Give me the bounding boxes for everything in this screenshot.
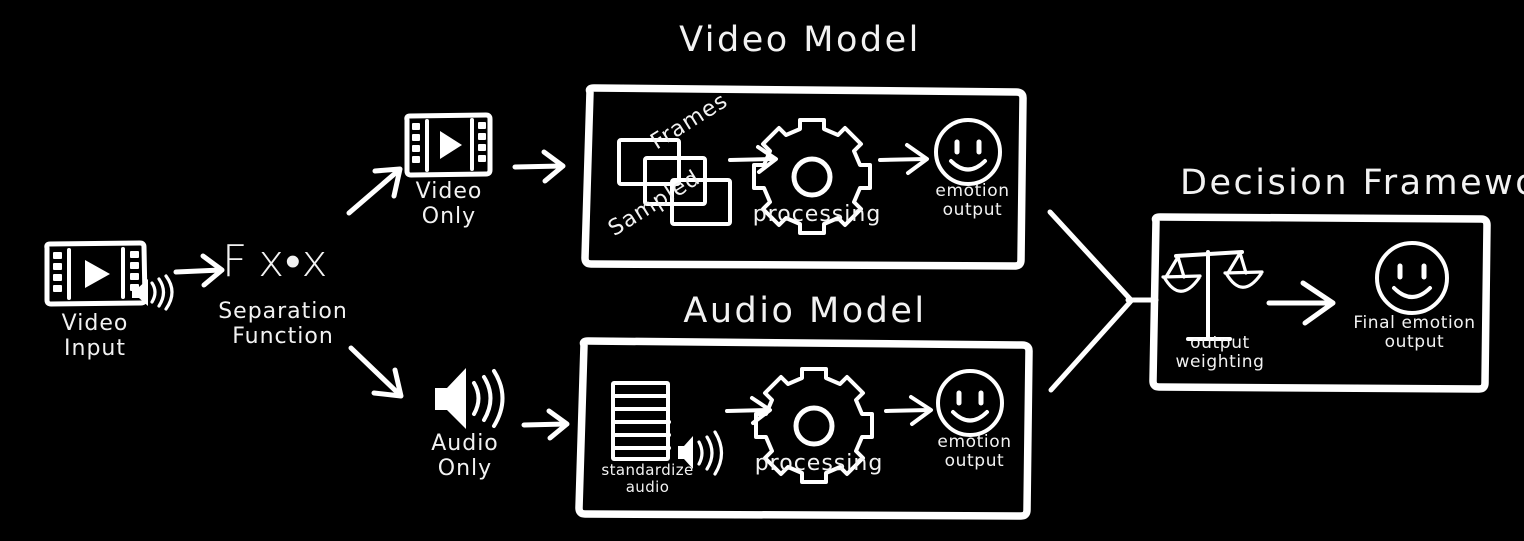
video-model-box bbox=[581, 84, 1027, 270]
output-weighting-label: output weighting bbox=[1175, 333, 1265, 373]
arrow-weighting-to-final-emotion bbox=[1266, 280, 1336, 326]
separation-function-symbol: F x•x bbox=[222, 236, 329, 287]
audio-only-speaker-icon bbox=[435, 368, 505, 429]
standardize-audio-bars-icon bbox=[611, 381, 671, 461]
audio-processing-label: processing bbox=[754, 451, 884, 476]
video-only-label: Video Only bbox=[415, 179, 483, 229]
video-input-film-icon bbox=[44, 240, 148, 307]
final-emotion-output-label: Final emotion output bbox=[1353, 313, 1476, 353]
arrow-audio-only-to-model bbox=[521, 408, 570, 441]
audio-model-title: Audio Model bbox=[683, 291, 927, 331]
arrow-processing-to-emotion-audio bbox=[884, 395, 933, 426]
video-emotion-smiley-icon bbox=[934, 118, 1002, 186]
separation-function-label: Separation Function bbox=[218, 299, 348, 349]
arrow-separation-to-video bbox=[346, 166, 403, 216]
final-emotion-smiley-icon bbox=[1375, 241, 1449, 315]
arrow-video-only-to-model bbox=[512, 149, 566, 184]
video-model-title: Video Model bbox=[679, 20, 921, 60]
decision-framework-title: Decision Framework bbox=[1180, 163, 1524, 203]
arrow-frames-to-processing bbox=[728, 145, 778, 174]
video-emotion-output-label: emotion output bbox=[935, 181, 1010, 221]
arrow-processing-to-emotion-video bbox=[878, 143, 929, 175]
arrow-input-to-separation bbox=[173, 253, 225, 288]
audio-only-label: Audio Only bbox=[431, 431, 499, 481]
merge-lines-to-decision bbox=[1047, 209, 1159, 393]
video-only-film-icon bbox=[404, 112, 493, 178]
standardize-audio-label: standardize audio bbox=[601, 461, 694, 496]
frames-label: Frames bbox=[646, 88, 733, 156]
video-processing-label: processing bbox=[752, 202, 882, 227]
balance-scales-icon bbox=[1161, 250, 1264, 341]
diagram-canvas: .s { fill:none; stroke:#ffffff; stroke-l… bbox=[0, 0, 1524, 541]
video-input-speaker-icon bbox=[132, 274, 174, 311]
video-input-label: Video Input bbox=[61, 311, 129, 361]
arrow-separation-to-audio bbox=[348, 345, 404, 399]
sampled-label: Sampled bbox=[604, 165, 706, 242]
arrow-standardize-to-processing bbox=[725, 396, 772, 425]
audio-emotion-output-label: emotion output bbox=[937, 432, 1012, 472]
audio-emotion-smiley-icon bbox=[936, 369, 1004, 437]
